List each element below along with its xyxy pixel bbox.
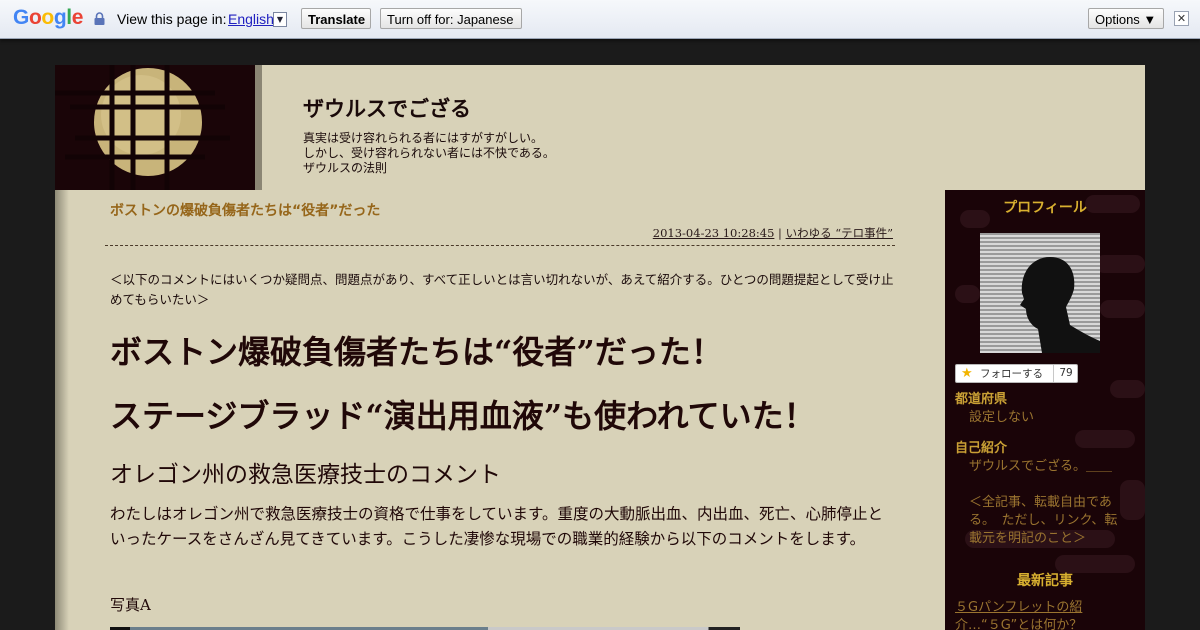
turn-off-button[interactable]: Turn off for: Japanese: [380, 8, 522, 29]
logo-letter: G: [13, 6, 29, 29]
star-icon: ★: [961, 366, 973, 381]
post-date-link[interactable]: 2013-04-23 10:28:45: [653, 226, 775, 240]
post-meta: 2013-04-23 10:28:45 | いわゆる “テロ事件”: [653, 225, 893, 241]
column-shadow: [55, 190, 69, 630]
logo-graphic: [55, 65, 255, 190]
options-button[interactable]: Options ▼: [1088, 8, 1164, 29]
logo-letter: o: [41, 6, 54, 29]
site-tagline: 真実は受け容れられる者にはすがすがしい。 しかし、受け容れられない者には不快であ…: [303, 131, 555, 176]
site-logo[interactable]: [55, 65, 255, 190]
recent-post-link[interactable]: ５Gパンフレットの紹介…“５G”とは何か？: [955, 599, 1085, 630]
view-page-label: View this page in:: [117, 11, 227, 27]
follow-button[interactable]: ★ フォローする 79: [955, 364, 1078, 383]
profile-heading: プロフィール: [1003, 200, 1087, 216]
logo-letter: o: [28, 6, 42, 29]
lock-icon: [94, 12, 105, 25]
tagline-line: ザウルスの法則: [303, 161, 388, 175]
tagline-line: しかし、受け容れられない者には不快である。: [303, 146, 555, 160]
meta-separator: |: [774, 226, 786, 240]
post-category-link[interactable]: いわゆる “テロ事件”: [786, 226, 893, 240]
translate-button[interactable]: Translate: [301, 8, 371, 29]
prefecture-value: 設定しない: [969, 410, 1035, 425]
profile-avatar[interactable]: [980, 233, 1100, 353]
photo-caption: 写真A: [110, 596, 151, 614]
logo-letter: e: [71, 6, 84, 29]
google-logo: Google: [13, 6, 83, 30]
headline-1: ボストン爆破負傷者たちは“役者”だった！: [110, 333, 723, 371]
bg-pattern: [1100, 300, 1145, 318]
post-intro: ＜以下のコメントにはいくつか疑問点、問題点があり、すべて正しいとは言い切れないが…: [110, 272, 894, 307]
logo-edge: [255, 65, 262, 190]
post-title[interactable]: ボストンの爆破負傷者たちは“役者”だった: [110, 200, 380, 220]
tagline-line: 真実は受け容れられる者にはすがすがしい。: [303, 131, 544, 145]
bg-pattern: [1120, 480, 1145, 520]
recent-heading: 最新記事: [1017, 573, 1073, 589]
intro-value: ザウルスでござる。＿＿: [969, 459, 1113, 474]
language-select[interactable]: English: [228, 11, 274, 27]
sidebar: プロフィール ★ フォローする 79 都道府県 設定しない 自己紹介 ザウルスで…: [945, 190, 1145, 630]
bg-pattern: [1075, 430, 1135, 448]
blog-page: ザウルスでござる 真実は受け容れられる者にはすがすがしい。 しかし、受け容れられ…: [55, 65, 1145, 630]
intro-value-note: ＜全記事、転載自由である。 ただし、リンク、転載元を明記のこと＞: [969, 495, 1118, 546]
subheading: オレゴン州の救急医療技士のコメント: [110, 462, 501, 488]
intro-label: 自己紹介: [955, 441, 1008, 456]
follow-label: フォローする: [980, 368, 1043, 380]
prefecture-label: 都道府県: [955, 392, 1008, 407]
logo-letter: g: [53, 6, 67, 29]
site-title[interactable]: ザウルスでござる: [303, 93, 471, 123]
follow-count: 79: [1053, 365, 1078, 382]
close-icon[interactable]: ✕: [1174, 11, 1189, 26]
bg-pattern: [955, 285, 980, 303]
post-body: わたしはオレゴン州で救急医療技士の資格で仕事をしています。重度の大動脈出血、内出…: [110, 505, 883, 548]
translate-bar: Google View this page in: English ▼ Tran…: [0, 0, 1200, 39]
headline-2: ステージブラッド“演出用血液”も使われていた！: [110, 397, 816, 435]
bg-pattern: [1110, 380, 1145, 398]
chevron-down-icon[interactable]: ▼: [273, 12, 287, 27]
silhouette-image: [1020, 257, 1100, 353]
post-divider: [105, 245, 895, 246]
bg-pattern: [1095, 255, 1145, 273]
